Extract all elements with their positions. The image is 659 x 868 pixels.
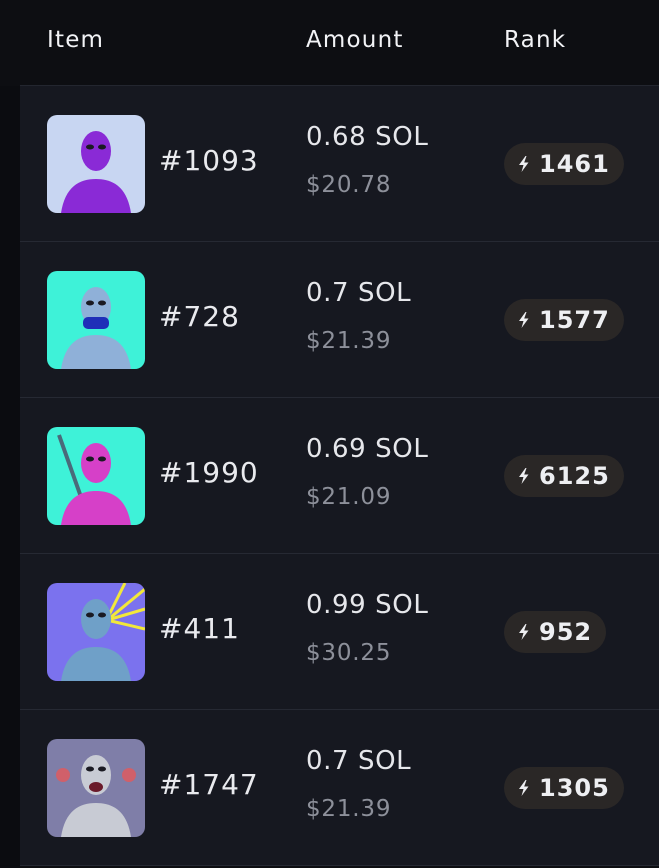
table-row[interactable]: #1990 0.69 SOL $21.09 6125 xyxy=(20,398,659,554)
price-sol: 0.7 SOL xyxy=(306,278,412,308)
rank-badge: 1577 xyxy=(504,299,624,341)
price-usd: $20.78 xyxy=(306,172,392,198)
rank-value: 1577 xyxy=(539,306,610,334)
price-sol: 0.68 SOL xyxy=(306,122,429,152)
rank-badge: 1461 xyxy=(504,143,624,185)
nft-thumbnail[interactable] xyxy=(47,427,145,525)
lightning-rank-icon xyxy=(519,312,529,328)
nft-avatar-image xyxy=(47,583,145,681)
lightning-rank-icon xyxy=(519,780,529,796)
nft-avatar-image xyxy=(47,115,145,213)
table-row[interactable]: #1747 0.7 SOL $21.39 1305 xyxy=(20,710,659,866)
table-row[interactable]: #728 0.7 SOL $21.39 1577 xyxy=(20,242,659,398)
lightning-rank-icon xyxy=(519,624,529,640)
price-usd: $30.25 xyxy=(306,640,392,666)
rank-value: 1461 xyxy=(539,150,610,178)
item-id[interactable]: #1990 xyxy=(159,456,259,489)
nft-thumbnail[interactable] xyxy=(47,271,145,369)
column-header-amount[interactable]: Amount xyxy=(306,27,404,53)
price-sol: 0.99 SOL xyxy=(306,590,429,620)
nft-thumbnail[interactable] xyxy=(47,583,145,681)
listings-table: Item Amount Rank #1093 0.68 SOL $20.78 1… xyxy=(0,0,659,868)
table-body: #1093 0.68 SOL $20.78 1461 #728 0.7 SOL … xyxy=(20,86,659,866)
column-header-rank[interactable]: Rank xyxy=(504,27,566,53)
nft-avatar-image xyxy=(47,427,145,525)
price-sol: 0.7 SOL xyxy=(306,746,412,776)
rank-value: 1305 xyxy=(539,774,610,802)
item-id[interactable]: #1093 xyxy=(159,144,259,177)
price-usd: $21.09 xyxy=(306,484,392,510)
item-id[interactable]: #411 xyxy=(159,612,240,645)
rank-badge: 6125 xyxy=(504,455,624,497)
column-header-item[interactable]: Item xyxy=(47,27,104,53)
price-usd: $21.39 xyxy=(306,328,392,354)
rank-value: 952 xyxy=(539,618,593,646)
nft-avatar-image xyxy=(47,271,145,369)
table-header: Item Amount Rank xyxy=(20,0,659,86)
price-usd: $21.39 xyxy=(306,796,392,822)
table-row[interactable]: #411 0.99 SOL $30.25 952 xyxy=(20,554,659,710)
item-id[interactable]: #1747 xyxy=(159,768,259,801)
nft-thumbnail[interactable] xyxy=(47,115,145,213)
left-rail xyxy=(0,86,20,868)
rank-badge: 1305 xyxy=(504,767,624,809)
price-sol: 0.69 SOL xyxy=(306,434,429,464)
rank-value: 6125 xyxy=(539,462,610,490)
nft-thumbnail[interactable] xyxy=(47,739,145,837)
table-row[interactable]: #1093 0.68 SOL $20.78 1461 xyxy=(20,86,659,242)
nft-avatar-image xyxy=(47,739,145,837)
lightning-rank-icon xyxy=(519,468,529,484)
item-id[interactable]: #728 xyxy=(159,300,240,333)
lightning-rank-icon xyxy=(519,156,529,172)
rank-badge: 952 xyxy=(504,611,607,653)
